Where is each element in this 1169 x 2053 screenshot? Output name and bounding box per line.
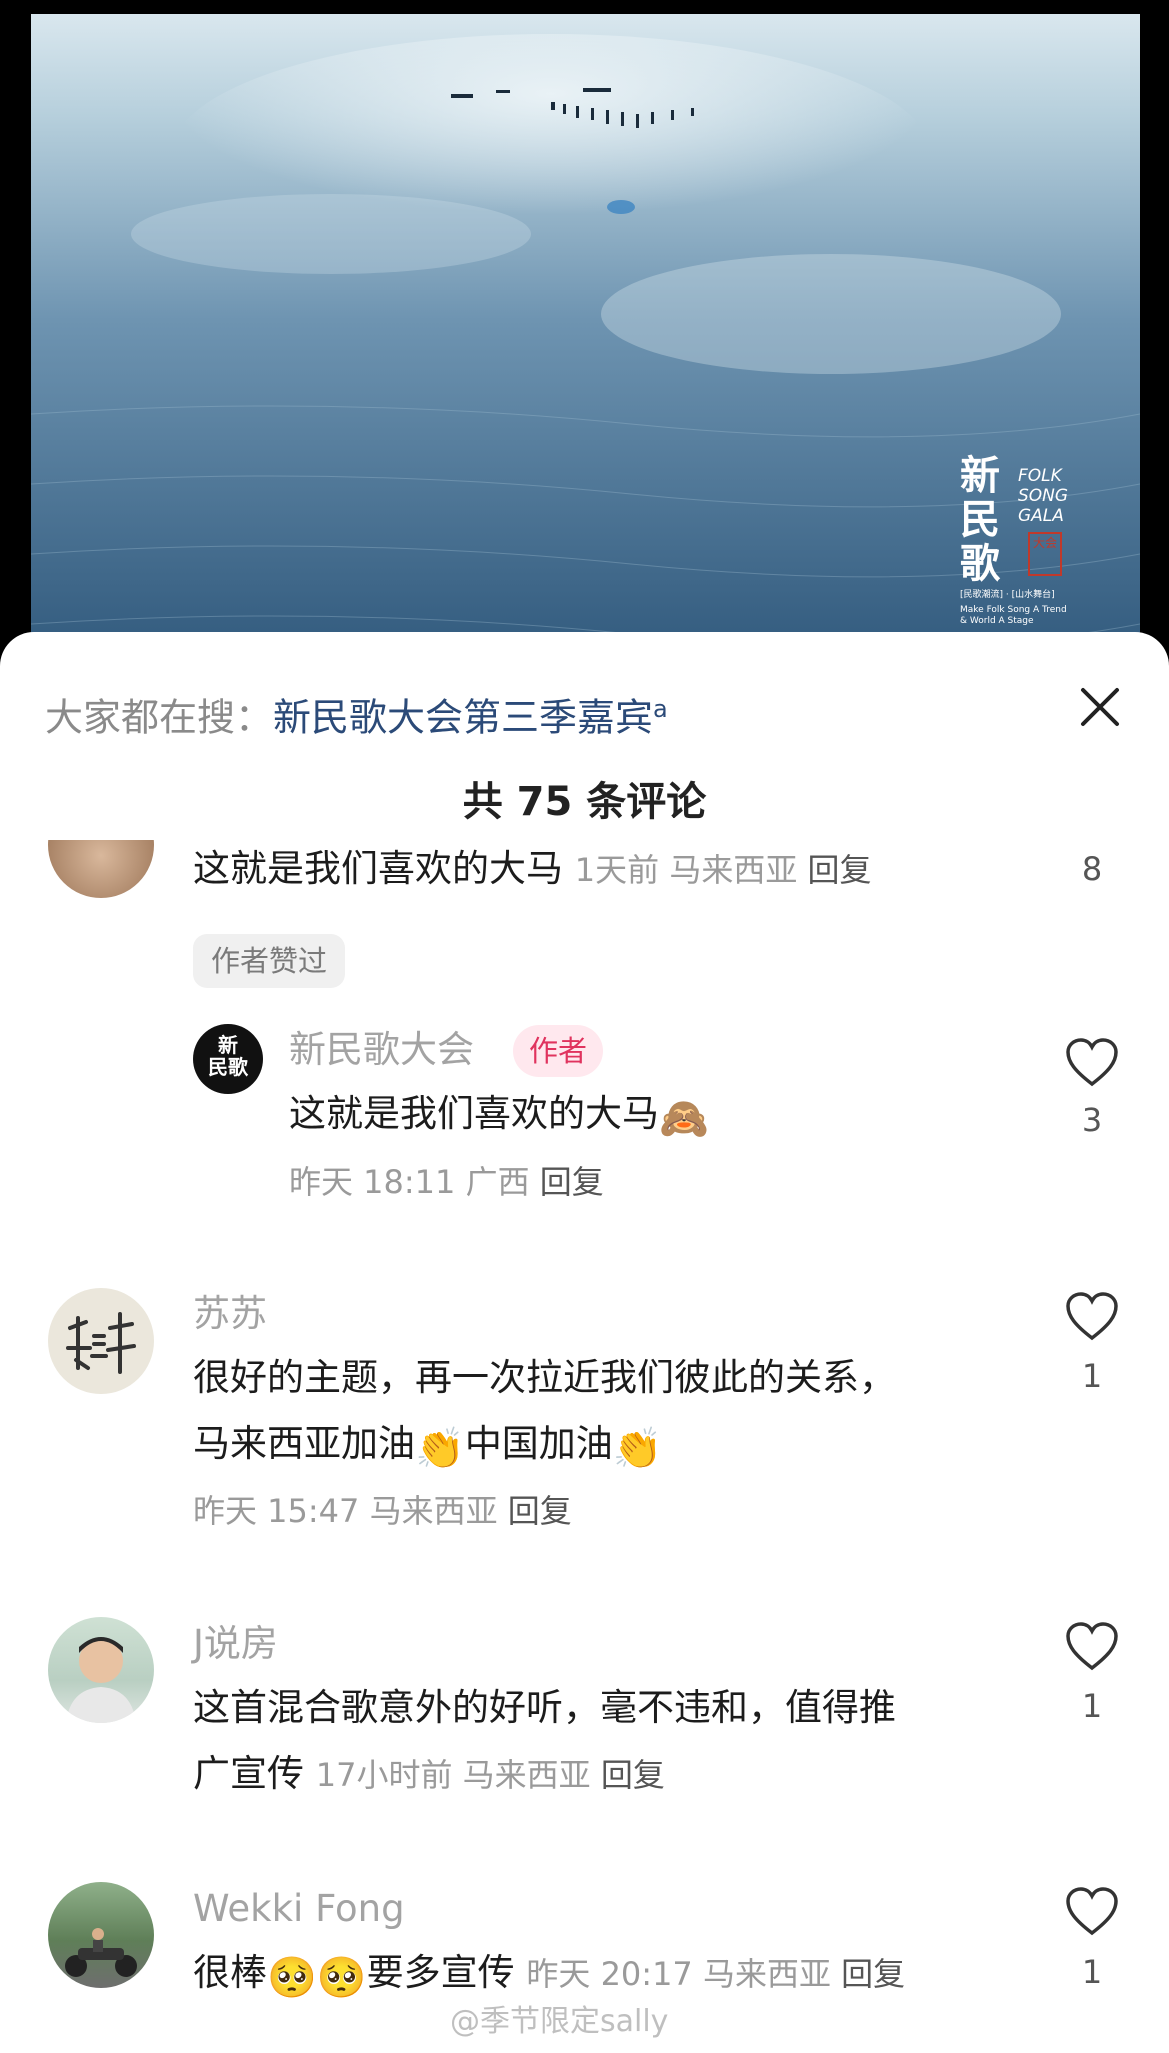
like-count: 8 [1081,850,1103,888]
trending-search-prefix: 大家都在搜： [45,695,274,740]
person-avatar-image [66,1637,136,1723]
like-count: 1 [1081,1357,1103,1395]
pleading-emoji-icon: 🥺 [267,1955,317,2001]
comment-location: 马来西亚 [669,851,798,889]
avatar[interactable] [48,1882,154,1988]
reply-button[interactable]: 回复 [601,1756,665,1794]
heart-icon[interactable] [1065,1887,1119,1937]
reply-button[interactable]: 回复 [508,1492,572,1530]
comment-meta: 昨天 15:47 马来西亚 回复 [193,1487,572,1535]
comment-text: 马来西亚加油👏中国加油👏 [193,1418,663,1475]
comment-line: 马来西亚加油 [193,1422,415,1465]
comment-text: 这首混合歌意外的好听，毫不违和，值得推 [193,1682,896,1734]
logo-tagline-en: Make Folk Song A Trend & World A Stage [960,605,1067,626]
folk-song-gala-logo: 新民歌 FOLK SONG GALA 大会 [民歌潮流] · [山水舞台] Ma… [960,454,1070,627]
comment-line: 这首混合歌意外的好听，毫不违和，值得推 [193,1686,896,1729]
author-liked-badge: 作者赞过 [193,934,346,988]
reply-author-name[interactable]: 新民歌大会 [289,1025,474,1075]
reply-button[interactable]: 回复 [808,851,872,889]
comment-body: 这就是我们喜欢的大马 [193,847,563,890]
comment-location: 马来西亚 [702,1955,831,1993]
trending-search-term[interactable]: 新民歌大会第三季嘉宾 [273,696,653,740]
reply-location: 广西 [465,1163,530,1201]
comment-time: 昨天 15:47 [193,1492,360,1530]
comment-location: 马来西亚 [462,1756,591,1794]
trending-search[interactable]: 大家都在搜：新民歌大会第三季嘉宾𝖺 [45,684,668,743]
comment-line: 中国加油 [464,1422,613,1465]
heart-icon[interactable] [1065,1622,1119,1672]
watermark: @季节限定sally [450,2004,669,2039]
like-count: 1 [1081,1687,1103,1725]
comment-meta: 17小时前 马来西亚 回复 [316,1756,665,1794]
heart-icon[interactable] [1065,1292,1119,1342]
avatar[interactable] [48,1617,154,1723]
comment-text: 广宣传 17小时前 马来西亚 回复 [193,1748,665,1801]
author-avatar[interactable]: 新民歌 [193,1024,263,1094]
clap-emoji-icon: 👏 [415,1426,465,1472]
comment-time: 1天前 [574,851,660,889]
author-badge: 作者 [513,1025,604,1077]
clap-emoji-icon: 👏 [612,1426,663,1472]
comment-body: 很棒 [193,1951,267,1994]
reply-body: 这就是我们喜欢的大马 [289,1092,659,1135]
comment-meta: 1天前 马来西亚 回复 [575,851,872,889]
comment-text: 很棒🥺🥺要多宣传 昨天 20:17 马来西亚 回复 [193,1947,905,2004]
comment-text: 这就是我们喜欢的大马 1天前 马来西亚 回复 [193,843,872,896]
comments-count-title: 共 75 条评论 [462,779,707,825]
search-icon: 𝖺 [653,695,668,723]
reply-button[interactable]: 回复 [540,1163,604,1201]
comments-sheet: 大家都在搜：新民歌大会第三季嘉宾𝖺 共 75 条评论 这就是我们喜欢的大马 1天… [0,632,1169,2053]
comment-body: 要多宣传 [366,1951,515,1994]
logo-english: FOLK SONG GALA [1018,466,1069,526]
logo-tagline-cn: [民歌潮流] · [山水舞台] [960,590,1055,600]
pleading-emoji-icon: 🥺 [316,1955,367,2001]
reply-text: 这就是我们喜欢的大马🙈 [289,1088,709,1145]
calligraphy-avatar-image [66,1312,136,1374]
commenter-name[interactable]: Wekki Fong [193,1884,405,1934]
logo-title: 新民歌 [960,452,1000,587]
shy-emoji-icon: 🙈 [659,1096,709,1142]
heart-icon[interactable] [1065,1038,1119,1088]
comment-location: 马来西亚 [369,1492,498,1530]
reply-meta: 昨天 18:11 广西 回复 [289,1158,604,1206]
like-count: 3 [1081,1101,1103,1139]
avatar[interactable] [48,840,154,898]
reply-time: 昨天 18:11 [289,1163,456,1201]
motorcycle-avatar-image [65,1928,137,1977]
reply-button[interactable]: 回复 [841,1955,905,1993]
comment-text: 很好的主题，再一次拉近我们彼此的关系， [193,1352,896,1404]
close-icon[interactable] [1075,682,1125,732]
comment-line: 广宣传 [193,1752,304,1795]
comment-line: 很好的主题，再一次拉近我们彼此的关系， [193,1356,896,1399]
comment-time: 17小时前 [315,1756,453,1794]
comment-meta: 昨天 20:17 马来西亚 回复 [526,1955,905,1993]
avatar[interactable] [48,1288,154,1394]
like-count: 1 [1081,1953,1103,1991]
logo-seal: 大会 [1028,532,1062,576]
comments-list[interactable]: 这就是我们喜欢的大马 1天前 马来西亚 回复 8 [0,840,1169,1740]
commenter-name[interactable]: 苏苏 [193,1289,267,1339]
comment-time: 昨天 20:17 [526,1955,693,1993]
commenter-name[interactable]: J说房 [193,1619,278,1669]
video-player[interactable]: 新民歌 FOLK SONG GALA 大会 [民歌潮流] · [山水舞台] Ma… [31,14,1140,694]
